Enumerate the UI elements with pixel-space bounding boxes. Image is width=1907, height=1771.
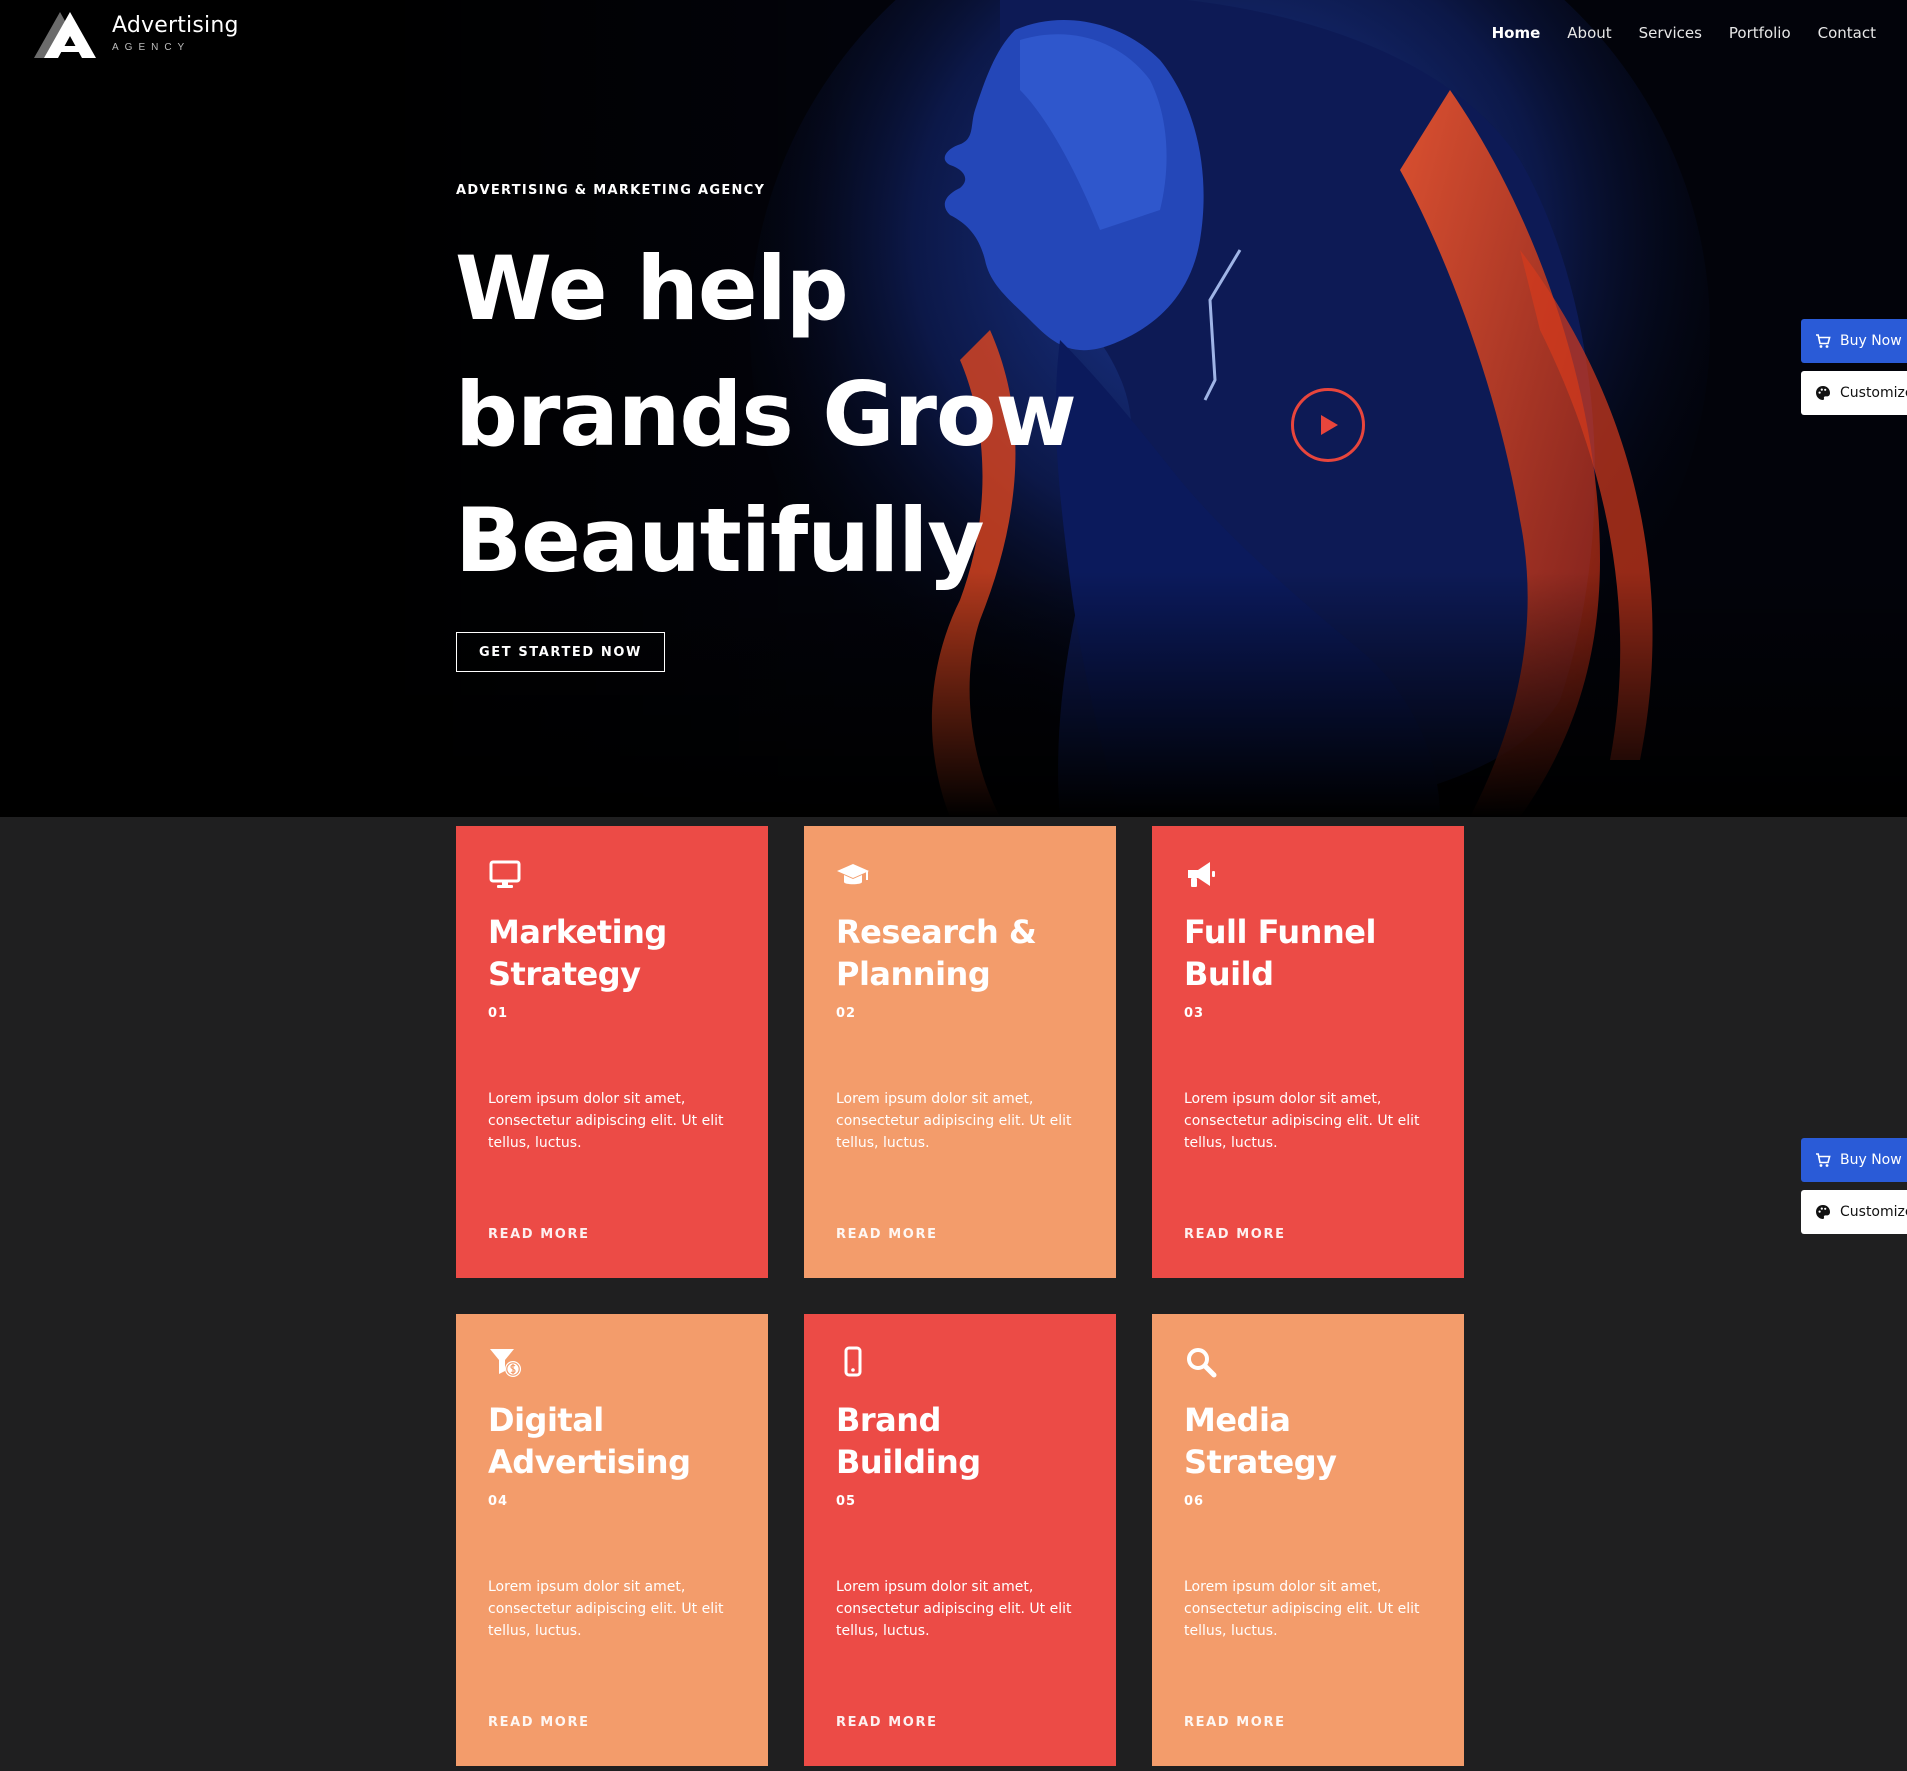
mobile-icon [844,1346,862,1377]
service-title-line: Digital [488,1401,604,1439]
service-title-line: Marketing [488,913,667,951]
service-card-research-planning: Research & Planning 02 Lorem ipsum dolor… [804,826,1116,1278]
nav-portfolio[interactable]: Portfolio [1729,24,1791,42]
logo-mark-icon [34,12,96,58]
service-title-line: Advertising [488,1443,691,1481]
customize-label: Customize [1840,1204,1907,1220]
service-description: Lorem ipsum dolor sit amet, consectetur … [836,1091,1072,1151]
main-nav: Home About Services Portfolio Contact [1492,24,1876,42]
service-card-digital-advertising: Digital Advertising 04 Lorem ipsum dolor… [456,1314,768,1766]
service-number: 05 [836,1494,857,1509]
read-more-link[interactable]: READ MORE [1184,1715,1286,1730]
service-title-line: Brand [836,1401,941,1439]
cart-icon [1816,1153,1831,1167]
hero-headline-line-1: We help [455,237,849,340]
service-title: Marketing Strategy [488,911,737,995]
service-title-line: Media [1184,1401,1291,1439]
megaphone-icon [1188,862,1215,887]
read-more-link[interactable]: READ MORE [836,1715,938,1730]
logo-subtitle: AGENCY [112,42,191,53]
palette-icon [1816,1205,1830,1219]
nav-contact[interactable]: Contact [1818,24,1876,42]
service-card-media-strategy: Media Strategy 06 Lorem ipsum dolor sit … [1152,1314,1464,1766]
service-title-line: Strategy [488,955,641,993]
funnel-dollar-icon [490,1349,521,1377]
service-card-full-funnel-build: Full Funnel Build 03 Lorem ipsum dolor s… [1152,826,1464,1278]
service-title-line: Strategy [1184,1443,1337,1481]
service-title-line: Full Funnel [1184,913,1376,951]
service-title-line: Building [836,1443,981,1481]
service-title: Brand Building [836,1399,1085,1483]
service-description: Lorem ipsum dolor sit amet, consectetur … [1184,1579,1420,1639]
service-title-line: Research & [836,913,1037,951]
hero-eyebrow: ADVERTISING & MARKETING AGENCY [456,183,766,198]
logo[interactable]: Advertising AGENCY [30,8,239,60]
graduation-cap-icon [837,864,869,885]
service-title: Digital Advertising [488,1399,737,1483]
service-number: 03 [1184,1006,1205,1021]
service-title-line: Planning [836,955,991,993]
search-icon [1187,1348,1217,1378]
service-description: Lorem ipsum dolor sit amet, consectetur … [488,1579,724,1639]
logo-title: Advertising [112,13,239,38]
cart-icon [1816,334,1831,348]
service-number: 02 [836,1006,857,1021]
service-card-brand-building: Brand Building 05 Lorem ipsum dolor sit … [804,1314,1116,1766]
read-more-link[interactable]: READ MORE [1184,1227,1286,1242]
read-more-link[interactable]: READ MORE [488,1227,590,1242]
service-number: 01 [488,1006,509,1021]
service-title: Research & Planning [836,911,1085,995]
hero-headline-line-3: Beautifully [455,489,985,592]
hero-headline-line-2: brands Grow [455,363,1077,466]
service-title-line: Build [1184,955,1274,993]
read-more-link[interactable]: READ MORE [836,1227,938,1242]
play-icon [1321,415,1338,435]
customize-button-2[interactable]: Customize [1801,1190,1907,1234]
get-started-button[interactable]: GET STARTED NOW [456,632,665,672]
customize-label: Customize [1840,385,1907,401]
service-title: Full Funnel Build [1184,911,1433,995]
service-title: Media Strategy [1184,1399,1433,1483]
monitor-icon [489,860,521,888]
hero-section: Advertising AGENCY Home About Services P… [0,0,1907,817]
service-description: Lorem ipsum dolor sit amet, consectetur … [836,1579,1072,1639]
nav-services[interactable]: Services [1639,24,1702,42]
service-description: Lorem ipsum dolor sit amet, consectetur … [488,1091,724,1151]
nav-home[interactable]: Home [1492,24,1541,42]
play-video-button[interactable] [1291,388,1365,462]
service-number: 04 [488,1494,509,1509]
hero-headline: We help brands Grow Beautifully [455,226,1255,604]
service-number: 06 [1184,1494,1205,1509]
buy-now-button[interactable]: Buy Now [1801,319,1907,363]
nav-about[interactable]: About [1567,24,1611,42]
service-card-marketing-strategy: Marketing Strategy 01 Lorem ipsum dolor … [456,826,768,1278]
buy-now-label: Buy Now [1840,333,1902,349]
buy-now-button-2[interactable]: Buy Now [1801,1138,1907,1182]
palette-icon [1816,386,1830,400]
service-description: Lorem ipsum dolor sit amet, consectetur … [1184,1091,1420,1151]
buy-now-label: Buy Now [1840,1152,1902,1168]
read-more-link[interactable]: READ MORE [488,1715,590,1730]
customize-button[interactable]: Customize [1801,371,1907,415]
